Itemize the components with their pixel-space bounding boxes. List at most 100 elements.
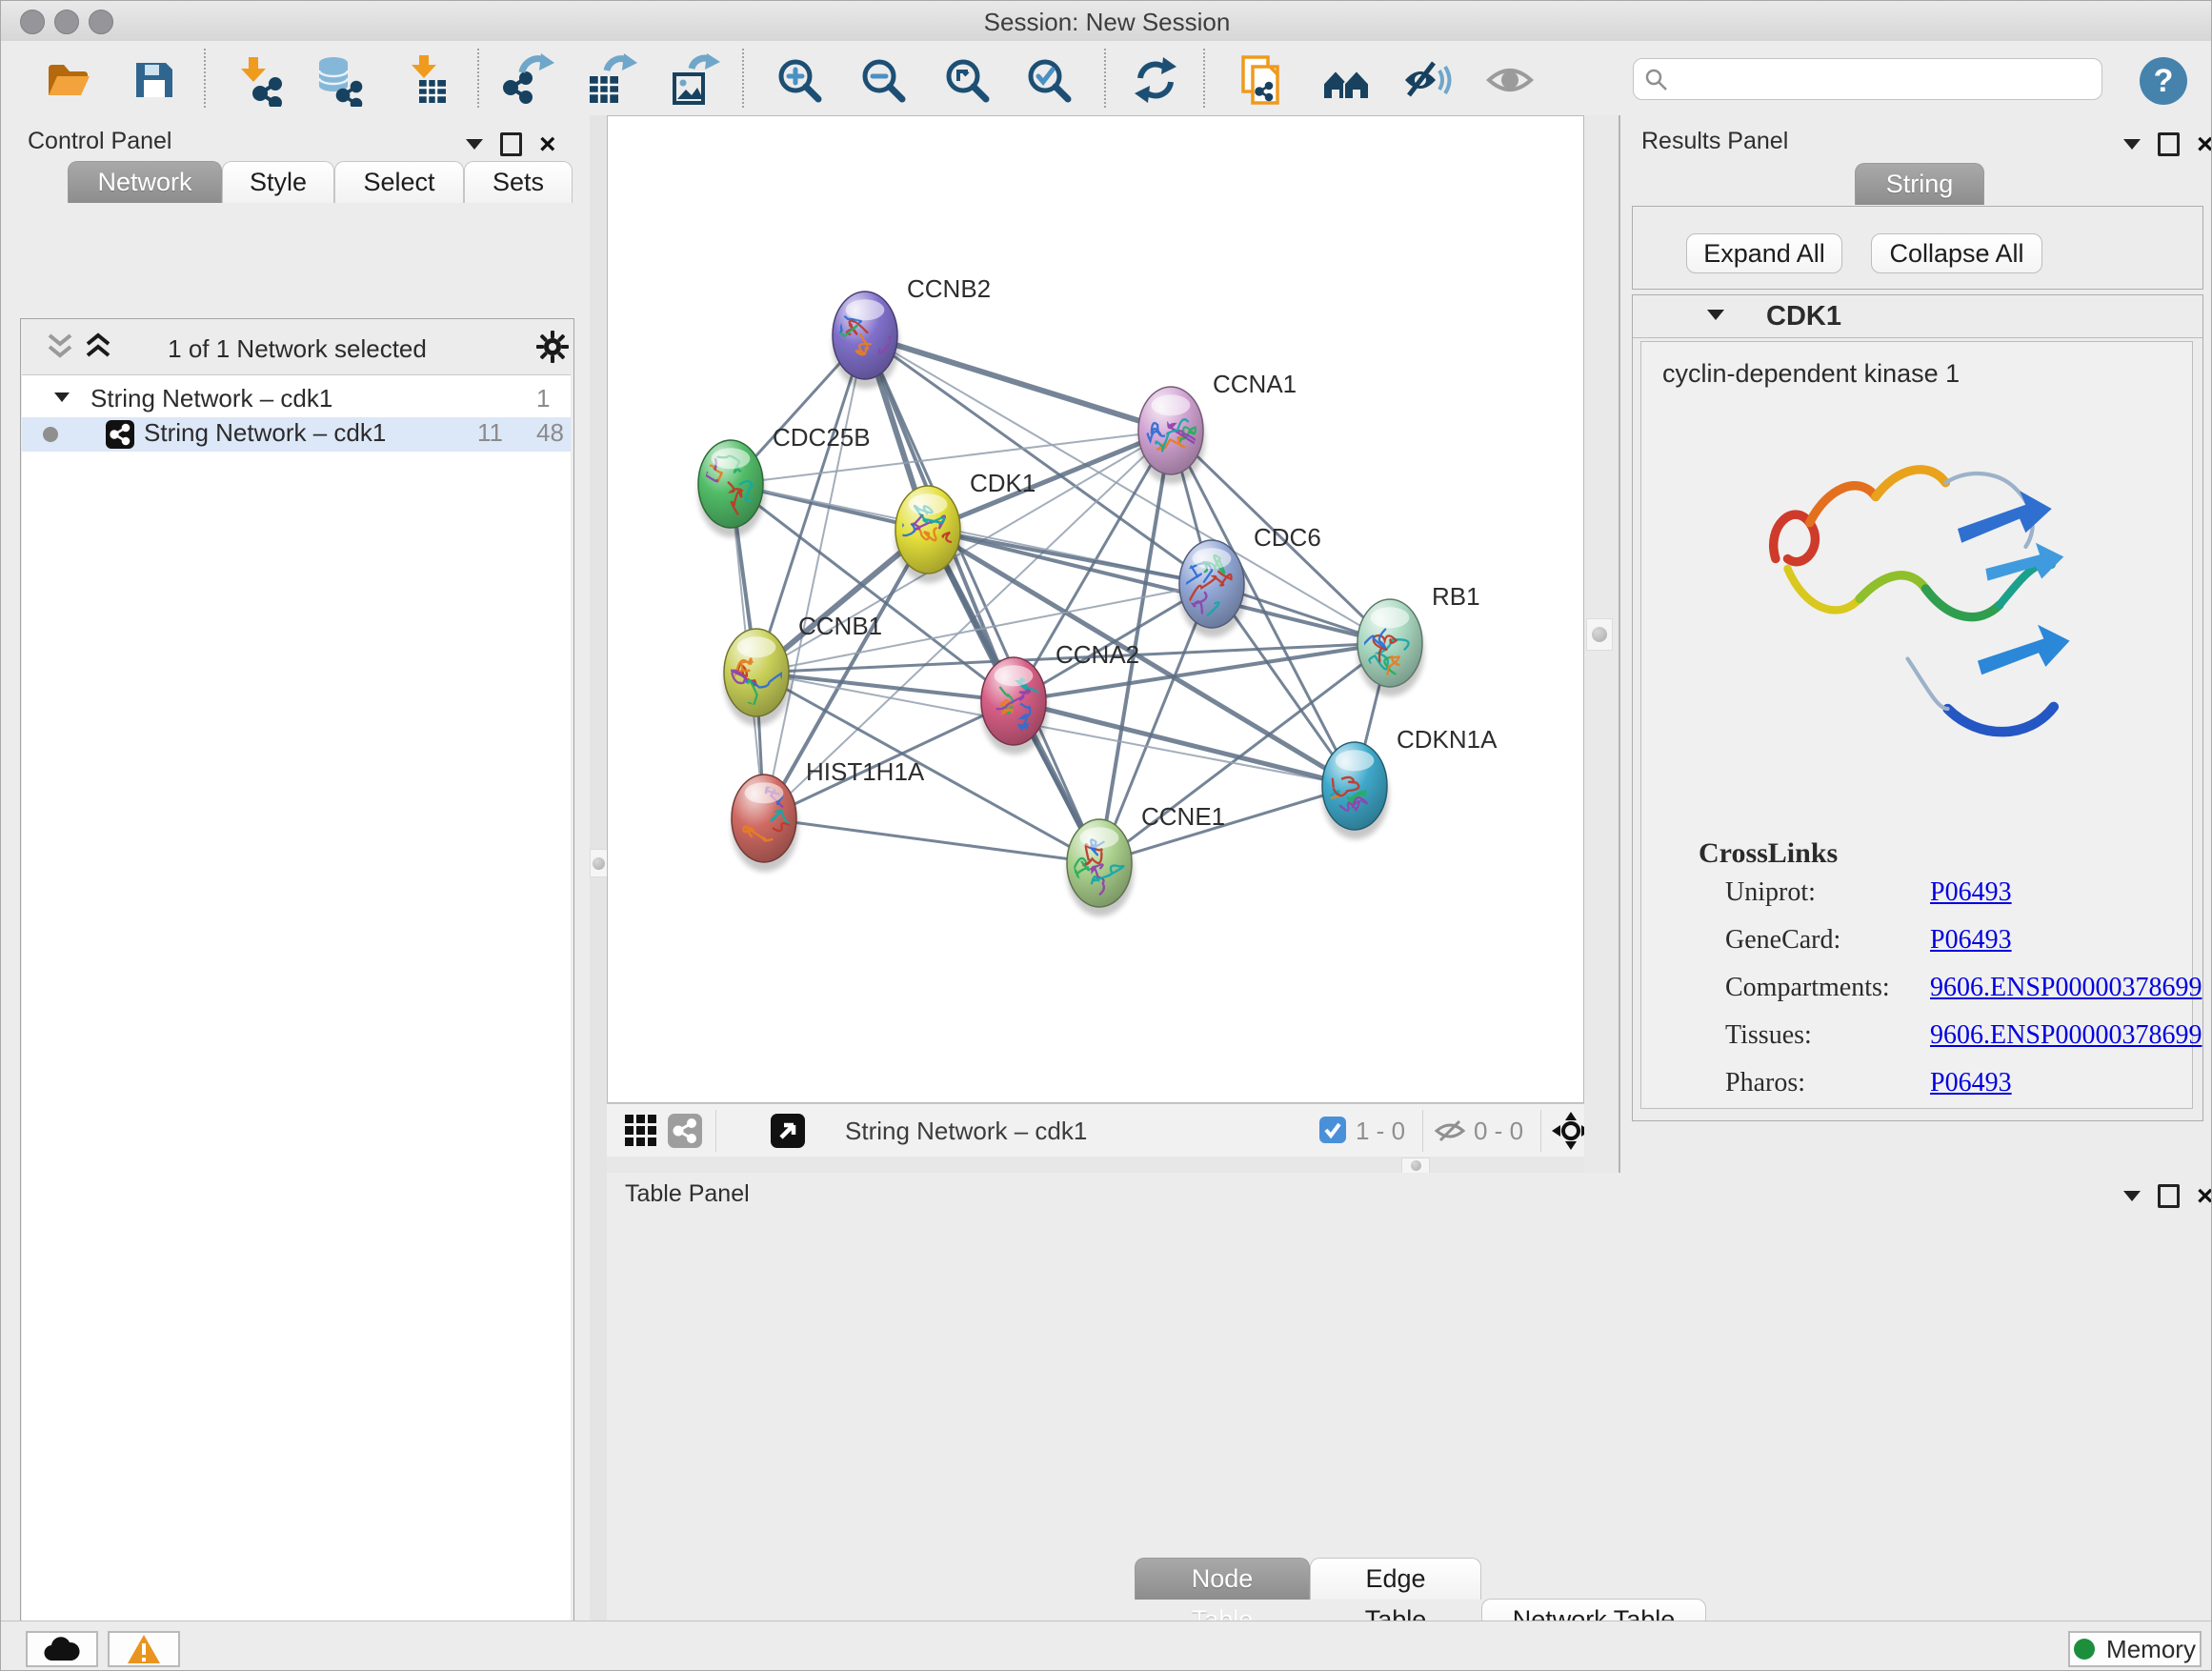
hidden-counts: 0 - 0	[1474, 1117, 1523, 1146]
network-node-CCNA2[interactable]	[981, 657, 1052, 755]
network-view-canvas[interactable]: CCNB2CCNA1CDC25BCDK1CDC6RB1CCNB1CCNA2CDK…	[607, 115, 1584, 1103]
tab-network[interactable]: Network	[68, 161, 222, 203]
network-node-CCNA1[interactable]	[1138, 387, 1205, 484]
warning-icon	[127, 1634, 161, 1664]
network-state-dot	[43, 427, 58, 442]
network-node-CCNE1[interactable]	[1067, 819, 1134, 916]
network-edge-CCNB2-CCNA1[interactable]	[865, 335, 1171, 431]
tab-sets[interactable]: Sets	[464, 161, 573, 203]
network-view-title: String Network – cdk1	[845, 1117, 1087, 1146]
export-network-icon[interactable]	[503, 53, 556, 107]
close-panel-icon[interactable]: ×	[539, 135, 556, 154]
toolbar-separator	[742, 49, 744, 108]
network-row-selected[interactable]: String Network – cdk1 11 48	[22, 417, 571, 452]
birds-eye-view-icon[interactable]	[771, 1114, 805, 1148]
network-edge-HIST1H1A-CCNE1[interactable]	[764, 818, 1099, 863]
network-collection-row[interactable]: String Network – cdk1 1	[22, 383, 571, 417]
node-label-CDKN1A: CDKN1A	[1397, 725, 1498, 754]
titlebar: Session: New Session	[1, 1, 2212, 42]
crosslink-label: Compartments:	[1725, 973, 1930, 1003]
float-panel-icon[interactable]	[2158, 132, 2180, 156]
crosslink-label: Uniprot:	[1725, 877, 1930, 908]
collapse-all-button[interactable]: Collapse All	[1871, 233, 2042, 273]
hide-selected-icon[interactable]	[1401, 53, 1455, 107]
crosslinks-list: Uniprot:P06493GeneCard:P06493Compartment…	[1725, 877, 2173, 1116]
cloud-button[interactable]	[26, 1631, 98, 1667]
warnings-button[interactable]	[108, 1631, 180, 1667]
zoom-in-icon[interactable]	[773, 53, 826, 107]
tab-edge-table[interactable]: Edge Table	[1310, 1558, 1481, 1600]
selected-checkbox-icon[interactable]	[1319, 1117, 1346, 1143]
network-node-RB1[interactable]	[1355, 599, 1424, 696]
toolbar-separator	[204, 49, 206, 108]
home-icon[interactable]	[1319, 53, 1373, 107]
export-image-icon[interactable]	[667, 53, 720, 107]
network-view-toolbar: String Network – cdk1 1 - 0 0 - 0	[607, 1103, 1584, 1158]
left-splitter[interactable]	[590, 115, 607, 1621]
protein-description: cyclin-dependent kinase 1	[1662, 359, 1960, 389]
protein-expand-icon[interactable]	[1707, 310, 1724, 320]
graphics-detail-grid-icon[interactable]	[624, 1114, 658, 1148]
protein-name: CDK1	[1766, 301, 1841, 332]
protein-section: CDK1 cyclin-dependent kinase 1	[1632, 294, 2203, 1121]
table-panel: Table Panel ×	[607, 1173, 2212, 1621]
crosslink-value-link[interactable]: P06493	[1930, 877, 2012, 908]
zoom-selected-icon[interactable]	[1022, 53, 1076, 107]
crosslink-value-link[interactable]: P06493	[1930, 925, 2012, 956]
string-network-icon	[106, 420, 134, 449]
collapse-panel-icon[interactable]	[2123, 1191, 2141, 1201]
main-toolbar: ?	[1, 41, 2212, 116]
network-edge-CCNB2-RB1[interactable]	[865, 335, 1390, 643]
close-panel-icon[interactable]: ×	[2197, 1187, 2212, 1206]
tab-select[interactable]: Select	[334, 161, 464, 203]
crosslink-value-link[interactable]: 9606.ENSP00000378699	[1930, 973, 2202, 1003]
cloud-icon	[43, 1636, 81, 1662]
tab-node-table[interactable]: Node Table	[1135, 1558, 1310, 1600]
tab-string[interactable]: String	[1855, 163, 1984, 205]
close-panel-icon[interactable]: ×	[2197, 135, 2212, 154]
string-style-icon[interactable]	[668, 1114, 702, 1148]
network-node-CDC6[interactable]	[1179, 540, 1246, 640]
network-node-CCNB1[interactable]	[724, 629, 795, 726]
zoom-out-icon[interactable]	[856, 53, 910, 107]
float-panel-icon[interactable]	[500, 132, 522, 156]
collapse-panel-icon[interactable]	[2123, 139, 2141, 150]
network-options-gear-icon[interactable]	[535, 330, 570, 364]
tab-style[interactable]: Style	[222, 161, 334, 203]
collection-expand-icon[interactable]	[54, 393, 70, 402]
refresh-view-icon[interactable]	[1129, 53, 1182, 107]
collapse-panel-icon[interactable]	[466, 139, 483, 150]
toolbar-divider	[1422, 1110, 1423, 1152]
crosslink-row: Tissues:9606.ENSP00000378699	[1725, 1020, 2173, 1051]
import-table-icon[interactable]	[400, 53, 453, 107]
window-title: Session: New Session	[1, 8, 2212, 37]
float-panel-icon[interactable]	[2158, 1184, 2180, 1208]
horizontal-splitter[interactable]	[607, 1157, 1584, 1173]
results-actions-box: Expand All Collapse All	[1632, 206, 2203, 290]
show-all-icon[interactable]	[1483, 53, 1537, 107]
crosslink-value-link[interactable]: P06493	[1930, 1068, 2012, 1098]
node-count: 11	[477, 418, 503, 448]
node-label-CDC6: CDC6	[1254, 523, 1321, 552]
svg-text:?: ?	[2154, 63, 2174, 99]
zoom-fit-icon[interactable]	[940, 53, 994, 107]
hidden-eye-icon[interactable]	[1434, 1117, 1466, 1144]
crosslinks-title: CrossLinks	[1699, 837, 1838, 870]
network-node-CDKN1A[interactable]	[1313, 742, 1389, 839]
save-session-icon[interactable]	[127, 53, 180, 107]
import-network-icon[interactable]	[231, 53, 285, 107]
open-session-icon[interactable]	[41, 53, 94, 107]
export-table-icon[interactable]	[584, 53, 637, 107]
crosslink-label: Tissues:	[1725, 1020, 1930, 1051]
import-database-icon[interactable]	[312, 53, 366, 107]
table-panel-title: Table Panel	[625, 1180, 750, 1208]
network-edge-CDKN1A-CCNE1[interactable]	[1099, 786, 1355, 863]
help-button[interactable]: ?	[2139, 56, 2188, 106]
toolbar-divider	[715, 1110, 716, 1152]
memory-button[interactable]: Memory	[2068, 1631, 2202, 1667]
network-selection-status: 1 of 1 Network selected	[21, 334, 573, 364]
clone-network-icon[interactable]	[1234, 53, 1287, 107]
search-input[interactable]	[1633, 58, 2102, 100]
crosslink-value-link[interactable]: 9606.ENSP00000378699	[1930, 1020, 2202, 1051]
expand-all-button[interactable]: Expand All	[1686, 233, 1842, 273]
